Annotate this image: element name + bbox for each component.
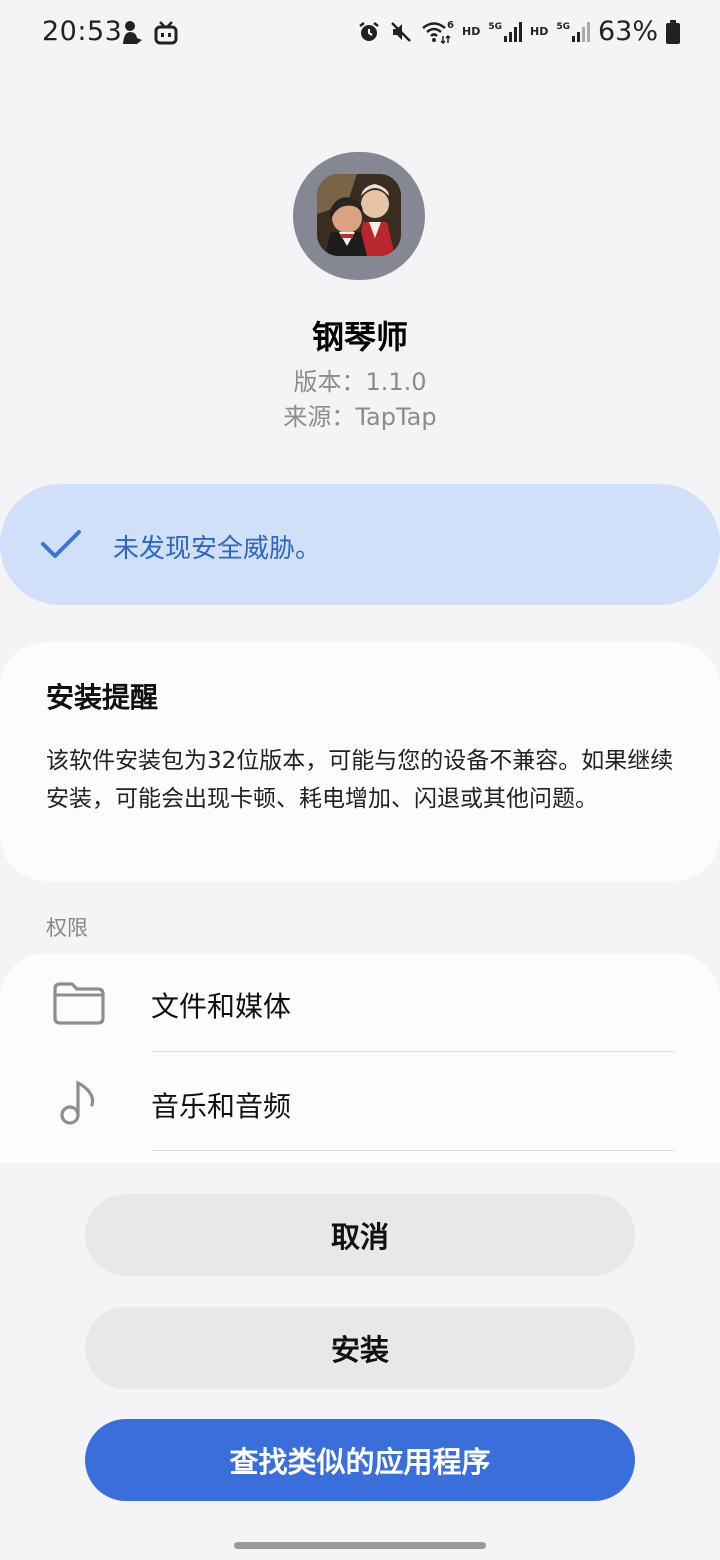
network-label-hd-1: HD: [461, 25, 481, 38]
battery-percent: 63%: [597, 16, 658, 47]
action-panel: 取消 安装 查找类似的应用程序: [0, 1163, 720, 1560]
battery-icon: [666, 19, 680, 44]
mute-icon: [391, 21, 411, 42]
security-message: 未发现安全威胁。: [113, 534, 322, 564]
divider: [151, 1051, 675, 1052]
install-notice-card: 安装提醒 该软件安装包为32位版本，可能与您的设备不兼容。如果继续安装，可能会出…: [0, 642, 720, 881]
music-note-icon: [60, 1080, 95, 1125]
permissions-section-label: 权限: [46, 916, 88, 940]
notice-title: 安装提醒: [46, 681, 159, 714]
find-similar-apps-button[interactable]: 查找类似的应用程序: [85, 1419, 635, 1501]
permission-label: 音乐和音频: [151, 1090, 292, 1123]
tv-app-icon: [154, 21, 178, 45]
notification-person-icon: [123, 21, 142, 44]
signal-icon-2: [571, 21, 590, 42]
app-version: 版本：1.1.0: [293, 368, 427, 396]
security-status-banner: 未发现安全威胁。: [0, 484, 720, 605]
status-bar: 20:53 6 HD 5G HD 5G 63%: [0, 0, 720, 70]
alarm-icon: [359, 21, 379, 41]
folder-icon: [53, 982, 105, 1025]
install-button[interactable]: 安装: [85, 1307, 635, 1389]
permission-item-files-media[interactable]: 文件和媒体: [0, 953, 720, 1052]
network-label-5g-2: 5G: [556, 21, 570, 32]
app-name: 钢琴师: [311, 318, 408, 356]
checkmark-icon: [41, 530, 81, 558]
permission-item-music-audio[interactable]: 音乐和音频: [0, 1053, 720, 1152]
divider: [151, 1150, 675, 1151]
app-source: 来源：TapTap: [283, 403, 437, 431]
permission-label: 文件和媒体: [151, 990, 292, 1023]
network-label-hd-2: HD: [529, 25, 549, 38]
app-icon-frame: [293, 152, 425, 280]
notice-body: 该软件安装包为32位版本，可能与您的设备不兼容。如果继续安装，可能会出现卡顿、耗…: [46, 748, 674, 812]
network-label-5g-1: 5G: [488, 21, 502, 32]
composer-portrait-icon: [317, 174, 401, 256]
wifi-badge: 6: [447, 20, 454, 31]
home-indicator[interactable]: [234, 1542, 486, 1549]
status-time: 20:53: [42, 16, 123, 47]
cancel-button[interactable]: 取消: [85, 1194, 635, 1276]
signal-icon: [503, 21, 522, 42]
